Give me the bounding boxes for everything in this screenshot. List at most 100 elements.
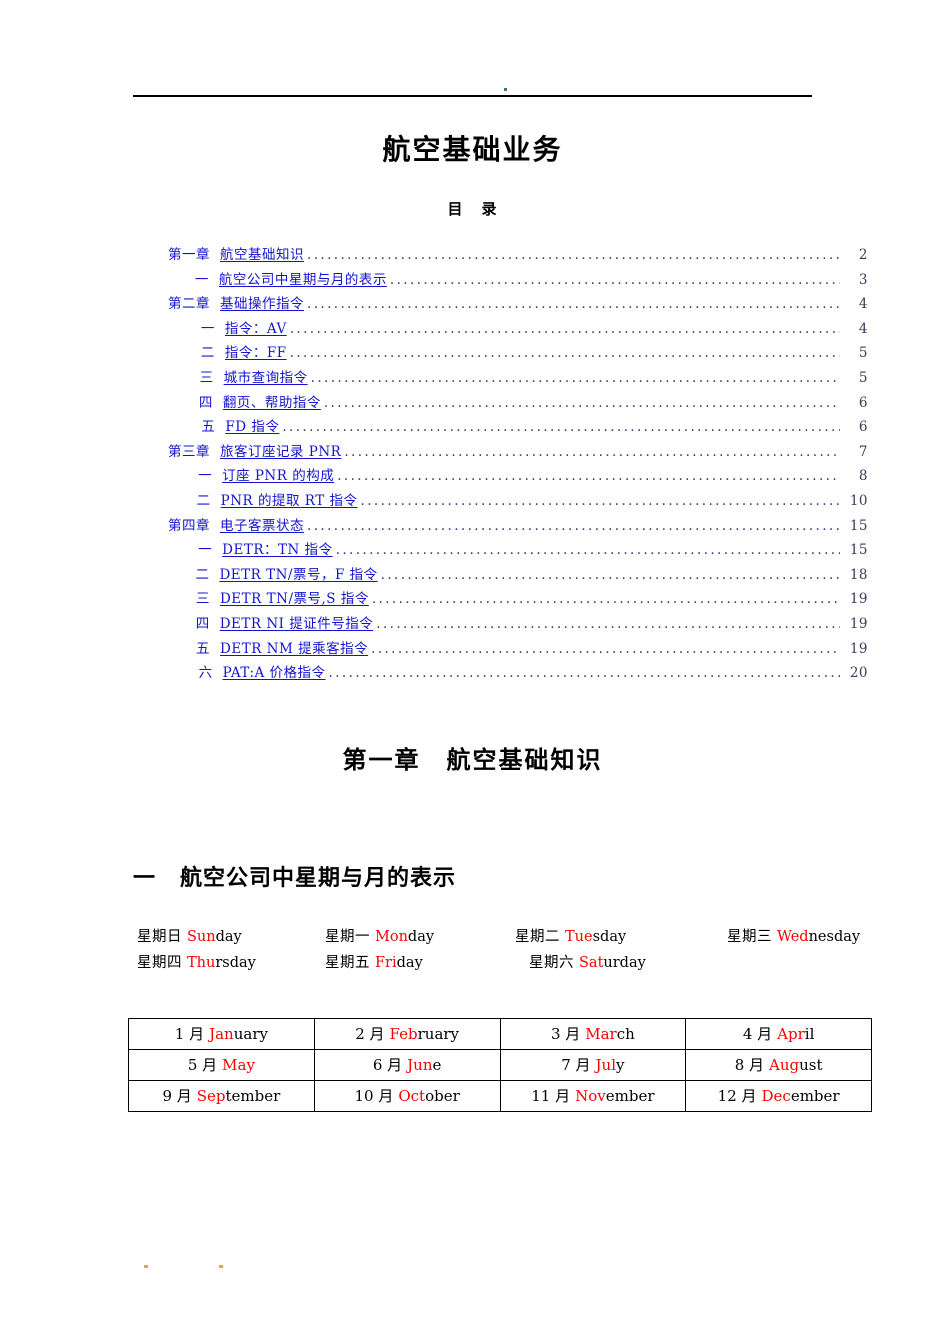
months-table: 1 月 January 2 月 February 3 月 March 4 月 April 5 月… bbox=[128, 1018, 872, 1112]
toc-entry-page-number: 5 bbox=[858, 369, 868, 386]
toc-entry-number: 一 bbox=[200, 320, 215, 337]
toc-entry-number: 四 bbox=[198, 394, 213, 411]
weekday-english-code: Wed bbox=[777, 929, 809, 945]
toc-entry[interactable]: 第一章 航空基础知识...............................… bbox=[168, 243, 868, 268]
months-table-row: 5 月 May 6 月 June 7 月 July 8 月 August bbox=[128, 1049, 872, 1081]
toc-entry-page-number: 19 bbox=[849, 640, 868, 657]
month-cell: 10 月 October bbox=[313, 1080, 501, 1112]
toc-entry-label: 城市查询指令 bbox=[223, 369, 308, 386]
month-english-rest: uary bbox=[233, 1024, 268, 1043]
toc-entry-label: DETR：TN 指令 bbox=[222, 542, 333, 559]
toc-entry[interactable]: 五 FD 指令..................................… bbox=[168, 415, 868, 440]
toc-entry[interactable]: 一指令：AV..................................… bbox=[168, 317, 868, 342]
toc-entry-number: 五 bbox=[201, 419, 216, 436]
toc-entry-label: 订座 PNR 的构成 bbox=[222, 468, 335, 485]
toc-entry-link[interactable]: 一航空公司中星期与月的表示 bbox=[195, 268, 387, 288]
month-chinese: 2 月 bbox=[355, 1024, 385, 1043]
toc-entry-link[interactable]: 五 FD 指令 bbox=[201, 415, 279, 435]
weekday-english-rest: sday bbox=[592, 929, 627, 945]
toc-entry[interactable]: 二 DETR TN/票号，F 指令........................… bbox=[168, 563, 868, 588]
toc-entry-link[interactable]: 第三章 旅客订座记录 PNR bbox=[168, 440, 341, 460]
month-chinese: 1 月 bbox=[174, 1024, 205, 1043]
table-of-contents: 第一章 航空基础知识...............................… bbox=[168, 243, 868, 686]
months-table-row: 1 月 January 2 月 February 3 月 March 4 月 April bbox=[128, 1018, 872, 1050]
month-chinese: 7 月 bbox=[561, 1055, 591, 1074]
toc-entry[interactable]: 四翻页、帮助指令................................… bbox=[168, 391, 868, 416]
toc-entry[interactable]: 一 DETR：TN 指令.............................… bbox=[168, 538, 868, 563]
toc-entry[interactable]: 第三章 旅客订座记录 PNR...........................… bbox=[168, 440, 868, 465]
toc-entry[interactable]: 第四章 电子客票状态...............................… bbox=[168, 514, 868, 539]
toc-entry-label: 翻页、帮助指令 bbox=[222, 394, 321, 411]
toc-entry-number: 一 bbox=[198, 468, 213, 485]
toc-entry[interactable]: 六 PAT:A 价格指令.............................… bbox=[168, 661, 868, 686]
toc-entry[interactable]: 一订座 PNR 的构成.............................… bbox=[168, 464, 868, 489]
weekday-row: 星期四 Thursday 星期五 Friday 星期六 Saturday bbox=[137, 951, 897, 977]
toc-entry-page-number: 6 bbox=[858, 394, 868, 411]
toc-entry[interactable]: 四 DETR NI 提证件号指令.........................… bbox=[168, 612, 868, 637]
toc-dot-leader: ........................................… bbox=[380, 568, 840, 582]
toc-entry-link[interactable]: 三城市查询指令 bbox=[200, 366, 308, 386]
toc-entry-page-number: 19 bbox=[849, 591, 868, 608]
footer-artifact-left bbox=[144, 1265, 148, 1268]
toc-entry-link[interactable]: 第一章 航空基础知识 bbox=[168, 243, 304, 263]
toc-entry-number: 一 bbox=[194, 271, 209, 288]
toc-entry-number: 六 bbox=[198, 665, 213, 682]
month-english-code: Jul bbox=[595, 1055, 617, 1074]
toc-entry-number: 三 bbox=[195, 591, 210, 608]
month-cell: 4 月 April bbox=[685, 1018, 872, 1050]
month-cell: 1 月 January bbox=[128, 1018, 315, 1050]
month-english-rest: y bbox=[616, 1055, 625, 1074]
toc-entry-link[interactable]: 一 DETR：TN 指令 bbox=[198, 538, 332, 558]
toc-entry-label: 旅客订座记录 PNR bbox=[220, 443, 342, 460]
toc-dot-leader: ........................................… bbox=[371, 593, 840, 607]
toc-entry-page-number: 15 bbox=[849, 517, 868, 534]
toc-heading: 目录 bbox=[0, 198, 945, 219]
toc-entry-link[interactable]: 四 DETR NI 提证件号指令 bbox=[196, 612, 374, 632]
toc-entry-page-number: 8 bbox=[858, 468, 868, 485]
toc-entry-page-number: 19 bbox=[849, 615, 868, 632]
toc-entry-link[interactable]: 第二章 基础操作指令 bbox=[168, 292, 304, 312]
toc-dot-leader: ........................................… bbox=[328, 667, 840, 681]
month-cell: 7 月 July bbox=[499, 1049, 687, 1081]
toc-entry-link[interactable]: 六 PAT:A 价格指令 bbox=[199, 661, 326, 681]
toc-entry-link[interactable]: 二 PNR 的提取 RT 指令 bbox=[197, 489, 358, 509]
weekday-english-rest: urday bbox=[603, 955, 646, 971]
toc-entry-link[interactable]: 二 DETR TN/票号，F 指令 bbox=[195, 563, 377, 583]
toc-entry[interactable]: 第二章 基础操作指令...............................… bbox=[168, 292, 868, 317]
toc-entry-label: 基础操作指令 bbox=[220, 296, 304, 313]
month-cell: 2 月 February bbox=[313, 1018, 501, 1050]
weekday-chinese: 星期二 bbox=[515, 929, 560, 945]
toc-entry-link[interactable]: 五 DETR NM 提乘客指令 bbox=[196, 637, 368, 657]
toc-entry[interactable]: 三 DETR TN/票号,S 指令........................… bbox=[168, 587, 868, 612]
toc-entry-link[interactable]: 四翻页、帮助指令 bbox=[199, 391, 321, 411]
toc-entry-number: 五 bbox=[196, 640, 211, 657]
toc-entry[interactable]: 二 PNR 的提取 RT 指令..........................… bbox=[168, 489, 868, 514]
month-chinese: 8 月 bbox=[734, 1055, 765, 1074]
toc-entry[interactable]: 二指令：FF..................................… bbox=[168, 341, 868, 366]
toc-entry-link[interactable]: 第四章 电子客票状态 bbox=[168, 514, 304, 534]
month-english-rest: ch bbox=[616, 1024, 635, 1043]
toc-entry-label: 指令：FF bbox=[224, 345, 287, 362]
toc-entry[interactable]: 五 DETR NM 提乘客指令..........................… bbox=[168, 637, 868, 662]
month-chinese: 5 月 bbox=[187, 1055, 218, 1074]
toc-entry-label: DETR NM 提乘客指令 bbox=[220, 640, 369, 657]
toc-entry-number: 四 bbox=[195, 615, 210, 632]
section-title: 航空公司中星期与月的表示 bbox=[180, 866, 457, 891]
toc-entry[interactable]: 一航空公司中星期与月的表示...........................… bbox=[168, 268, 868, 293]
toc-entry-number: 二 bbox=[200, 345, 215, 362]
weekday-english-code: Mon bbox=[375, 929, 408, 945]
weekday-english-code: Thu bbox=[187, 955, 216, 971]
document-page: 航空基础业务 目录 第一章 航空基础知识.....................… bbox=[0, 0, 945, 1337]
toc-entry[interactable]: 三城市查询指令.................................… bbox=[168, 366, 868, 391]
weekday-english-rest: day bbox=[407, 929, 435, 945]
toc-entry-link[interactable]: 一订座 PNR 的构成 bbox=[198, 464, 334, 484]
toc-entry-number: 一 bbox=[198, 542, 213, 559]
toc-entry-number: 第一章 bbox=[168, 247, 210, 263]
toc-dot-leader: ........................................… bbox=[289, 322, 840, 336]
toc-entry-link[interactable]: 二指令：FF bbox=[201, 341, 287, 361]
toc-entry-label: 指令：AV bbox=[224, 320, 287, 337]
toc-entry-link[interactable]: 一指令：AV bbox=[201, 317, 287, 337]
toc-entry-link[interactable]: 三 DETR TN/票号,S 指令 bbox=[196, 587, 369, 607]
toc-dot-leader: ........................................… bbox=[371, 642, 840, 656]
month-english-rest: ember bbox=[605, 1086, 655, 1105]
